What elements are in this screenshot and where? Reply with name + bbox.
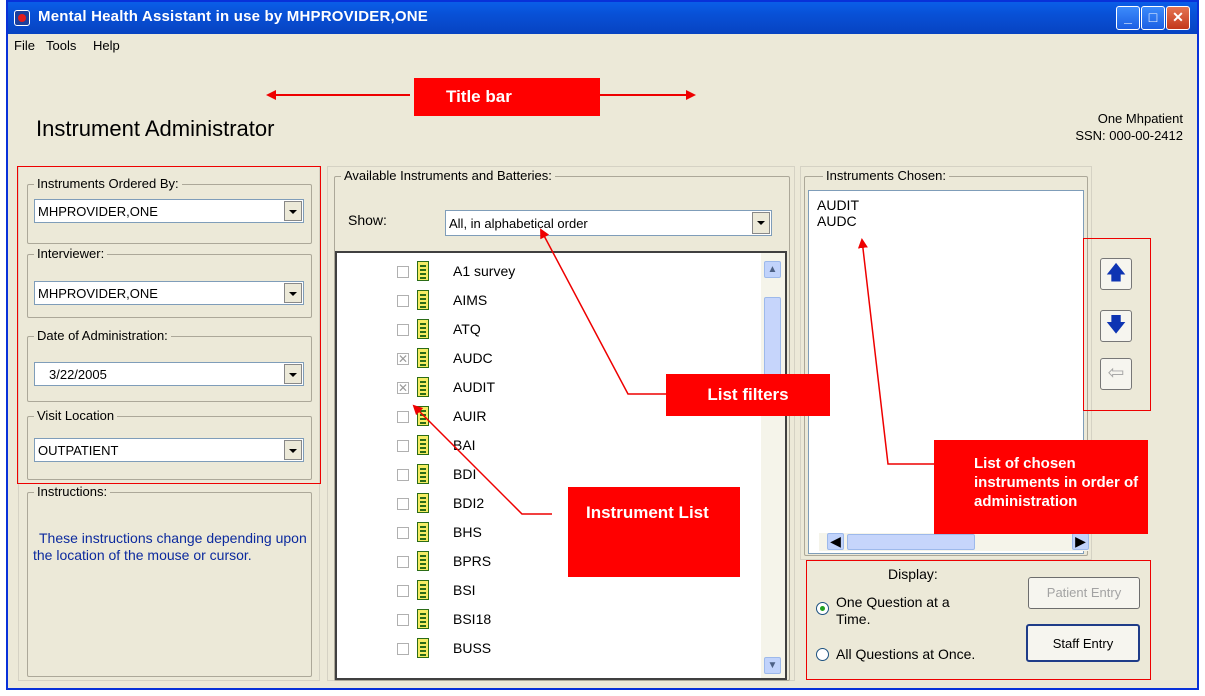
instrument-checkbox[interactable] (397, 440, 409, 452)
instrument-label: BDI2 (453, 495, 485, 511)
instrument-label: AUDC (453, 350, 493, 366)
instructions-text: These instructions change depending upon… (33, 530, 307, 563)
instrument-icon (417, 348, 429, 368)
chevron-down-icon[interactable] (752, 212, 770, 234)
menu-help[interactable]: Help (93, 38, 120, 53)
callout-instrument-list: Instrument List (568, 487, 740, 577)
instrument-checkbox[interactable] (397, 556, 409, 568)
scroll-left-icon[interactable]: ◀ (827, 533, 844, 550)
instrument-label: BAI (453, 437, 476, 453)
title-bar[interactable]: Mental Health Assistant in use by MHPROV… (8, 2, 1197, 34)
instrument-row[interactable]: BSI (337, 578, 757, 604)
instrument-row[interactable]: BAI (337, 433, 757, 459)
instrument-label: AIMS (453, 292, 488, 308)
instrument-icon (417, 406, 429, 426)
staff-entry-button[interactable]: Staff Entry (1026, 624, 1140, 662)
patient-ssn: SSN: 000-00-2412 (1075, 128, 1183, 143)
instrument-checkbox[interactable] (397, 614, 409, 626)
instrument-list[interactable]: A1 survey AIMS ATQ ✕ AUDC ✕ AUDIT AUIR BAI BDI BDI… (335, 251, 787, 680)
instrument-icon (417, 464, 429, 484)
instrument-checkbox[interactable] (397, 324, 409, 336)
instrument-row[interactable]: ATQ (337, 317, 757, 343)
close-button[interactable]: ✕ (1166, 6, 1190, 30)
radio-one-question[interactable] (816, 602, 829, 615)
menu-bar: File Tools Help (8, 34, 1197, 56)
radio-all-questions-label[interactable]: All Questions at Once. (836, 646, 975, 662)
instrument-checkbox[interactable] (397, 498, 409, 510)
instrument-icon (417, 609, 429, 629)
instrument-checkbox[interactable] (397, 411, 409, 423)
instrument-row[interactable]: ✕ AUDC (337, 346, 757, 372)
minimize-button[interactable]: _ (1116, 6, 1140, 30)
instrument-checkbox[interactable] (397, 469, 409, 481)
instrument-label: BPRS (453, 553, 492, 569)
menu-tools[interactable]: Tools (46, 38, 76, 53)
instrument-icon (417, 261, 429, 281)
chosen-item[interactable]: AUDC (817, 213, 1083, 229)
patient-entry-button[interactable]: Patient Entry (1028, 577, 1140, 609)
show-filter-select[interactable]: All, in alphabetical order (445, 210, 772, 236)
instrument-label: AUIR (453, 408, 487, 424)
instrument-icon (417, 290, 429, 310)
instrument-icon (417, 319, 429, 339)
instrument-list-scrollbar[interactable]: ▲ ▼ (761, 253, 785, 678)
app-icon (14, 10, 30, 26)
highlight-box-arrows (1083, 238, 1151, 411)
patient-info: One Mhpatient SSN: 000-00-2412 (1075, 110, 1183, 144)
callout-list-filters: List filters (666, 374, 830, 416)
instructions-label: Instructions: (34, 484, 111, 499)
instrument-icon (417, 551, 429, 571)
instrument-label: A1 survey (453, 263, 516, 279)
scroll-thumb[interactable] (847, 534, 975, 550)
chosen-hscrollbar[interactable]: ◀ ▶ (819, 533, 1089, 551)
instrument-row[interactable]: A1 survey (337, 259, 757, 285)
scroll-right-icon[interactable]: ▶ (1072, 533, 1089, 550)
instrument-row[interactable]: BDI (337, 462, 757, 488)
chosen-label: Instruments Chosen: (823, 168, 949, 183)
instrument-checkbox[interactable] (397, 295, 409, 307)
show-value: All, in alphabetical order (449, 216, 588, 231)
instrument-icon (417, 522, 429, 542)
instrument-checkbox[interactable]: ✕ (397, 353, 409, 365)
instrument-icon (417, 377, 429, 397)
instrument-label: AUDIT (453, 379, 495, 395)
instrument-icon (417, 493, 429, 513)
window-title: Mental Health Assistant in use by MHPROV… (38, 8, 428, 25)
instrument-label: BUSS (453, 640, 492, 656)
menu-file[interactable]: File (14, 38, 35, 53)
instrument-checkbox[interactable] (397, 266, 409, 278)
chosen-item[interactable]: AUDIT (817, 197, 1083, 213)
instrument-label: ATQ (453, 321, 481, 337)
instrument-row[interactable]: BUSS (337, 636, 757, 662)
scroll-up-icon[interactable]: ▲ (764, 261, 781, 278)
display-label: Display: (888, 566, 938, 582)
callout-chosen-list: List of chosen instruments in order of a… (934, 440, 1148, 534)
radio-all-questions[interactable] (816, 648, 829, 661)
instrument-checkbox[interactable] (397, 527, 409, 539)
maximize-button[interactable]: □ (1141, 6, 1165, 30)
scroll-down-icon[interactable]: ▼ (764, 657, 781, 674)
highlight-box-left (17, 166, 321, 484)
callout-title-bar: Title bar (414, 78, 600, 116)
available-label: Available Instruments and Batteries: (341, 168, 555, 183)
instrument-label: BSI18 (453, 611, 492, 627)
instrument-checkbox[interactable] (397, 643, 409, 655)
instrument-checkbox[interactable] (397, 585, 409, 597)
instrument-icon (417, 638, 429, 658)
page-title: Instrument Administrator (36, 116, 275, 141)
instructions-group: Instructions: (27, 484, 312, 677)
instrument-icon (417, 435, 429, 455)
instrument-row[interactable]: AIMS (337, 288, 757, 314)
instrument-label: BHS (453, 524, 482, 540)
instrument-label: BSI (453, 582, 476, 598)
instrument-icon (417, 580, 429, 600)
instrument-label: BDI (453, 466, 477, 482)
instrument-checkbox[interactable]: ✕ (397, 382, 409, 394)
radio-one-question-label[interactable]: One Question at a Time. (836, 594, 986, 628)
patient-name: One Mhpatient (1097, 111, 1183, 126)
instrument-row[interactable]: BSI18 (337, 607, 757, 633)
show-label: Show: (348, 212, 387, 228)
